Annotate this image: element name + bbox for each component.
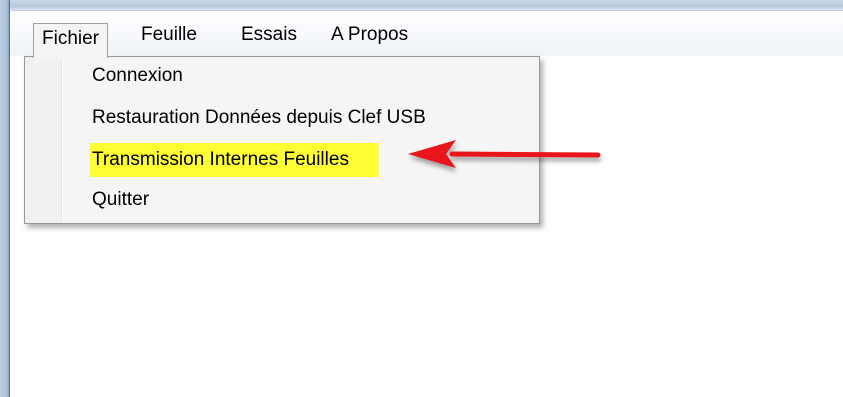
window-left-border (0, 0, 10, 397)
menu-feuille[interactable]: Feuille (133, 22, 205, 48)
menu-item-quitter[interactable]: Quitter (90, 185, 151, 215)
menu-icon-gutter (25, 57, 61, 223)
menu-item-transmission[interactable]: Transmission Internes Feuilles (90, 143, 379, 177)
window-top-border (0, 0, 843, 10)
menu-gutter-separator-highlight (62, 59, 63, 221)
menu-bar: Fichier Feuille Essais A Propos (11, 10, 843, 58)
menu-essais[interactable]: Essais (233, 22, 305, 48)
red-arrow-icon (408, 140, 601, 168)
menu-bar-top-line (11, 10, 843, 11)
application-window: Fichier Feuille Essais A Propos Connexio… (0, 0, 843, 397)
menu-item-restauration[interactable]: Restauration Données depuis Clef USB (90, 103, 428, 133)
menu-a-propos[interactable]: A Propos (323, 22, 416, 48)
menu-fichier[interactable]: Fichier (33, 23, 109, 58)
menu-item-connexion[interactable]: Connexion (90, 61, 185, 91)
